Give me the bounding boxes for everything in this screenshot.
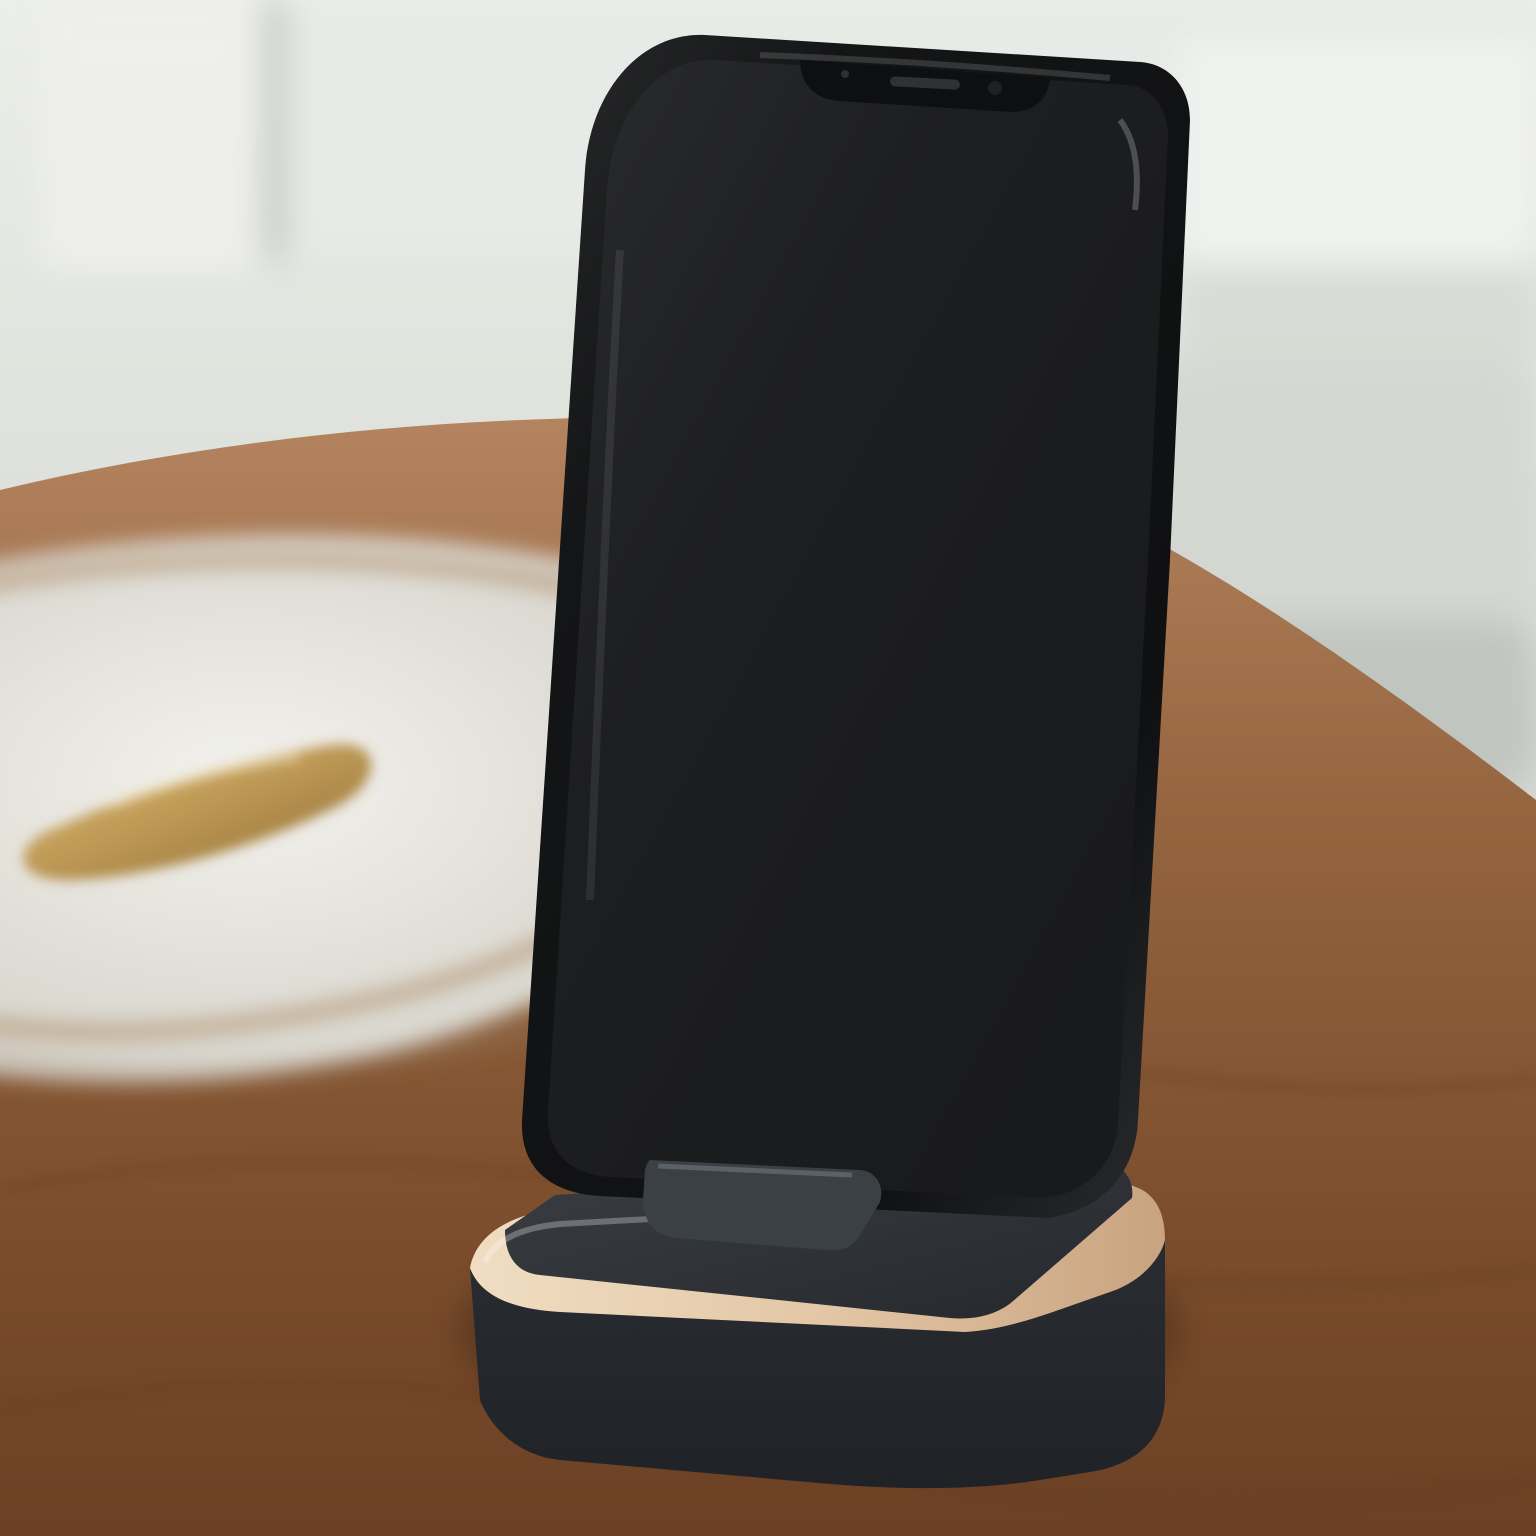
photo-illustration — [0, 0, 1536, 1536]
stand-lip — [643, 1160, 882, 1251]
photo-scene — [0, 0, 1536, 1536]
smartphone — [521, 34, 1190, 1219]
